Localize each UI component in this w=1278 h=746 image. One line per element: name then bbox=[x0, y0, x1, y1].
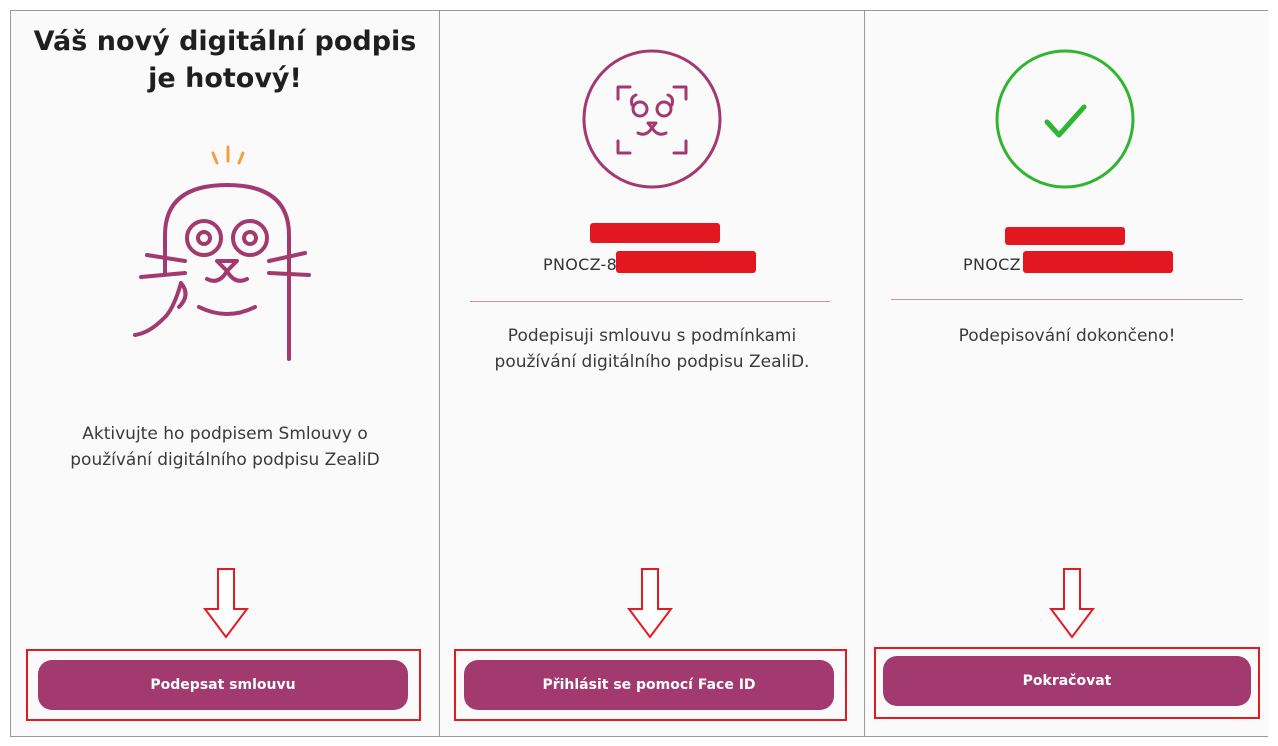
screens-frame: Váš nový digitální podpis je hotový! Akt… bbox=[10, 10, 1269, 737]
redacted-name bbox=[590, 223, 720, 243]
redacted-name bbox=[1005, 227, 1125, 245]
user-id: PNOCZ-8 bbox=[543, 255, 617, 274]
sign-contract-button[interactable]: Podepsat smlouvu bbox=[38, 660, 408, 710]
checkmark-circle-icon bbox=[995, 49, 1135, 189]
panel-activate: Váš nový digitální podpis je hotový! Akt… bbox=[11, 11, 439, 736]
face-id-icon bbox=[582, 49, 722, 189]
activation-text: Aktivujte ho podpisem Smlouvy o používán… bbox=[11, 421, 439, 473]
redacted-id bbox=[1023, 251, 1173, 273]
title-line-1: Váš nový digitální podpis bbox=[33, 26, 417, 57]
user-id-prefix: PNOCZ bbox=[963, 255, 1021, 274]
face-id-login-button[interactable]: Přihlásit se pomocí Face ID bbox=[464, 660, 834, 710]
consent-text-line-1: Podepisuji smlouvu s podmínkami bbox=[507, 326, 797, 346]
section-divider bbox=[470, 301, 830, 302]
activation-text-line-1: Aktivujte ho podpisem Smlouvy o bbox=[82, 424, 368, 444]
page-title: Váš nový digitální podpis je hotový! bbox=[11, 23, 439, 97]
consent-text-line-2: používání digitálního podpisu ZealiD. bbox=[494, 352, 810, 372]
redacted-id bbox=[616, 251, 756, 273]
completion-text: Podepisování dokončeno! bbox=[865, 323, 1269, 349]
user-id-prefix: PNOCZ-8 bbox=[543, 255, 618, 274]
arrow-down-icon bbox=[203, 568, 249, 639]
title-line-2: je hotový! bbox=[148, 63, 302, 94]
section-divider bbox=[891, 299, 1243, 300]
continue-button[interactable]: Pokračovat bbox=[883, 656, 1251, 706]
activation-text-line-2: používání digitálního podpisu ZealiD bbox=[70, 450, 380, 470]
seal-mascot-icon bbox=[133, 145, 311, 361]
arrow-down-icon bbox=[627, 568, 673, 639]
panel-face-id: PNOCZ-8 Podepisuji smlouvu s podmínkami … bbox=[439, 11, 864, 736]
panel-complete: PNOCZ Podepisování dokončeno! Pokračovat bbox=[864, 11, 1269, 736]
arrow-down-icon bbox=[1049, 568, 1095, 639]
consent-text: Podepisuji smlouvu s podmínkami používán… bbox=[440, 323, 864, 375]
user-id: PNOCZ bbox=[963, 255, 1021, 274]
completion-text-line-1: Podepisování dokončeno! bbox=[958, 326, 1176, 346]
